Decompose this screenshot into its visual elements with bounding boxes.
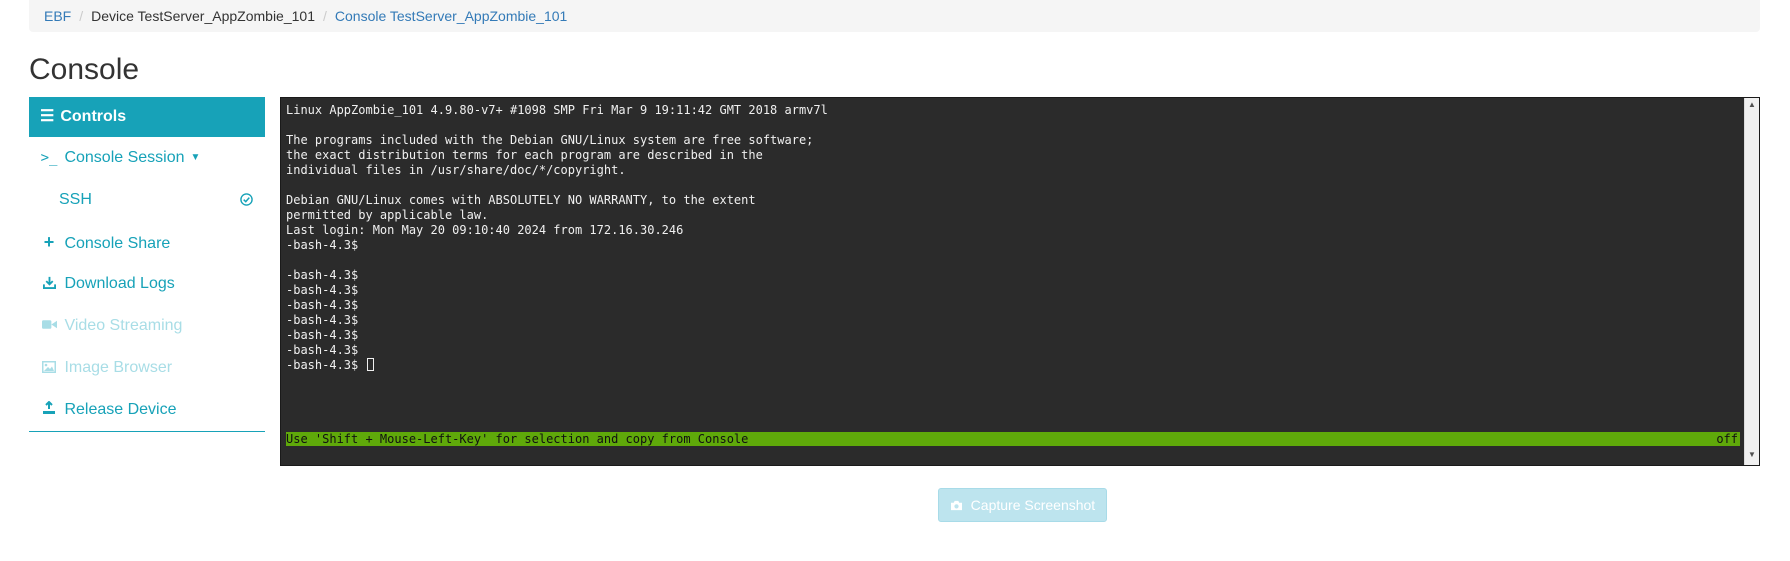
terminal-line: -bash-4.3$ (286, 238, 359, 252)
terminal-icon: >_ (40, 150, 58, 167)
terminal-line: Last login: Mon May 20 09:10:40 2024 fro… (286, 223, 684, 237)
breadcrumb-device: Device TestServer_AppZombie_101 (91, 8, 315, 24)
breadcrumb-ebf-link[interactable]: EBF (44, 8, 71, 24)
terminal-line: permitted by applicable law. (286, 208, 489, 222)
video-streaming-label: Video Streaming (64, 317, 183, 334)
breadcrumb-separator: / (323, 8, 327, 24)
terminal-line: Debian GNU/Linux comes with ABSOLUTELY N… (286, 193, 756, 207)
console-session-dropdown[interactable]: >_ Console Session ▼ (29, 137, 265, 179)
breadcrumb-separator: / (79, 8, 84, 24)
terminal-line: individual files in /usr/share/doc/*/cop… (286, 163, 626, 177)
terminal-line: -bash-4.3$ (286, 283, 359, 297)
release-device-label: Release Device (64, 401, 177, 418)
scroll-up-icon[interactable]: ▲ (1748, 100, 1756, 109)
camera-icon (950, 497, 967, 513)
video-streaming-button: Video Streaming (29, 305, 265, 347)
download-icon (40, 263, 58, 305)
terminal-prompt-line: -bash-4.3$ (286, 358, 366, 372)
terminal-line: Linux AppZombie_101 4.9.80-v7+ #1098 SMP… (286, 103, 828, 117)
terminal-scrollbar[interactable]: ▲ ▼ (1744, 98, 1759, 465)
video-camera-icon (40, 305, 58, 347)
terminal-line: -bash-4.3$ (286, 313, 359, 327)
terminal-line: the exact distribution terms for each pr… (286, 148, 763, 162)
controls-label: Controls (60, 108, 127, 125)
selection-hint: Use 'Shift + Mouse-Left-Key' for selecti… (286, 432, 749, 446)
image-icon (40, 347, 58, 389)
release-icon (40, 389, 58, 431)
image-browser-label: Image Browser (64, 359, 173, 376)
page-title: Console (29, 53, 140, 86)
terminal-line: The programs included with the Debian GN… (286, 133, 814, 147)
breadcrumb-console-link[interactable]: Console TestServer_AppZombie_101 (335, 8, 567, 24)
breadcrumb: EBF / Device TestServer_AppZombie_101 / Cons… (29, 0, 1760, 32)
download-logs-button[interactable]: Download Logs (29, 263, 265, 305)
ssh-label: SSH (59, 191, 92, 208)
release-device-button[interactable]: Release Device (29, 389, 265, 431)
controls-sidebar: ☰ Controls >_ Console Session ▼ SSH + Cons… (29, 97, 265, 432)
terminal-line: -bash-4.3$ (286, 298, 359, 312)
console-session-label: Console Session (64, 149, 185, 167)
console-share-button[interactable]: + Console Share (29, 221, 265, 263)
caret-down-icon: ▼ (190, 152, 201, 163)
controls-header: ☰ Controls (29, 97, 265, 137)
selection-mode-status[interactable]: off (1716, 432, 1738, 446)
download-logs-label: Download Logs (64, 275, 175, 292)
terminal-output: Linux AppZombie_101 4.9.80-v7+ #1098 SMP… (286, 103, 828, 373)
sidebar-divider (29, 431, 265, 432)
terminal-line: -bash-4.3$ (286, 268, 359, 282)
image-browser-button: Image Browser (29, 347, 265, 389)
plus-icon: + (43, 232, 55, 252)
terminal-status-bar: Use 'Shift + Mouse-Left-Key' for selecti… (286, 432, 1740, 446)
terminal-line: -bash-4.3$ (286, 328, 359, 342)
terminal-cursor (367, 358, 375, 371)
bars-icon: ☰ (40, 108, 55, 125)
scroll-down-icon[interactable]: ▼ (1748, 450, 1756, 459)
capture-screenshot-button[interactable]: Capture Screenshot (938, 488, 1107, 522)
capture-screenshot-label: Capture Screenshot (970, 497, 1096, 513)
check-circle-icon (240, 193, 253, 206)
console-terminal[interactable]: Linux AppZombie_101 4.9.80-v7+ #1098 SMP… (280, 97, 1760, 466)
terminal-line: -bash-4.3$ (286, 343, 359, 357)
ssh-session-item[interactable]: SSH (29, 179, 265, 221)
console-share-label: Console Share (64, 235, 171, 252)
